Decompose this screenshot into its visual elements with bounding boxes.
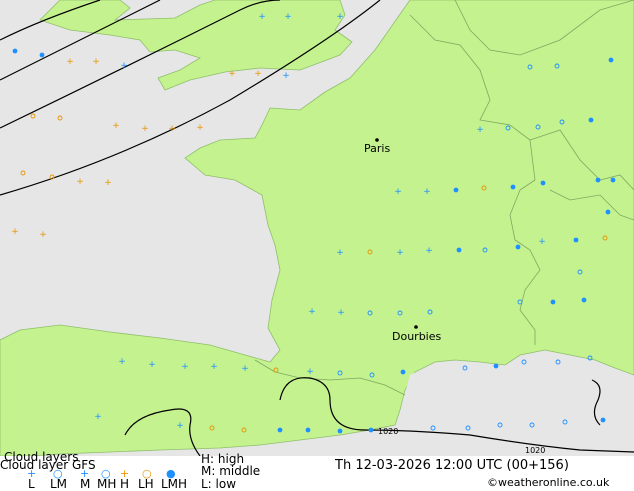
legend-key-low: L: low <box>201 477 237 491</box>
cloud-symbol-lmh <box>581 297 587 303</box>
cloud-symbol-h: + <box>66 57 74 67</box>
cloud-symbol-l: + <box>308 307 316 317</box>
isobar-label: 1020 <box>525 446 545 455</box>
cloud-symbol-lmh <box>573 237 579 243</box>
cloud-symbol-lmh <box>595 177 601 183</box>
cloud-symbol-h: + <box>228 69 236 79</box>
cloud-symbol-l: + <box>284 12 292 22</box>
cloud-symbol-lmh <box>600 417 606 423</box>
cloud-symbol-lmh <box>588 117 594 123</box>
cloud-symbol-h: + <box>168 124 176 134</box>
cloud-symbol-h: + <box>39 230 47 240</box>
cloud-symbol-l: + <box>336 248 344 258</box>
land-great-britain <box>39 0 353 91</box>
cloud-symbol-h: + <box>254 69 262 79</box>
cloud-symbol-h: + <box>76 177 84 187</box>
cloud-symbol-lmh <box>305 427 311 433</box>
cloud-symbol-l: + <box>176 421 184 431</box>
cloud-symbol-l: + <box>337 308 345 318</box>
map-footer: Cloud layers Cloud layer GFS + ○ + ○ + ○… <box>0 451 634 491</box>
cloud-symbol-l: + <box>538 237 546 247</box>
cloud-symbol-h: + <box>104 178 112 188</box>
legend-label-lh: LH <box>138 477 154 491</box>
cloud-symbol-lmh <box>540 180 546 186</box>
cloud-symbol-l: + <box>476 125 484 135</box>
cloud-symbol-h: + <box>112 121 120 131</box>
cloud-symbol-h: + <box>196 123 204 133</box>
cloud-symbol-l: + <box>282 71 290 81</box>
cloud-symbol-lmh <box>610 177 616 183</box>
cloud-symbol-l: + <box>120 61 128 71</box>
cloud-symbol-l: + <box>306 367 314 377</box>
cloud-symbol-l: + <box>210 362 218 372</box>
city-marker-dourbies <box>414 325 418 329</box>
cloud-symbol-lh <box>30 113 36 119</box>
sea-mediterranean <box>390 352 634 456</box>
cloud-symbol-lmh <box>510 184 516 190</box>
cloud-symbol-lh <box>20 170 26 176</box>
cloud-symbol-h: + <box>11 227 19 237</box>
city-label-dourbies: Dourbies <box>392 330 442 343</box>
cloud-symbol-l: + <box>394 187 402 197</box>
cloud-symbol-lh <box>57 115 63 121</box>
cloud-symbol-lmh <box>605 209 611 215</box>
map-area: 1020 1020 Paris Dourbies + + + + + + + + + + … <box>0 0 634 456</box>
cloud-symbol-lmh <box>456 247 462 253</box>
cloud-symbol-lmh <box>277 427 283 433</box>
cloud-symbol-lmh <box>515 244 521 250</box>
cloud-symbol-lmh <box>453 187 459 193</box>
cloud-symbol-l: + <box>423 187 431 197</box>
cloud-symbol-l: + <box>396 248 404 258</box>
cloud-symbol-lmh <box>550 299 556 305</box>
legend-label-m: M <box>80 477 91 491</box>
legend-label-lmh: LMH <box>161 477 188 491</box>
forecast-datetime: Th 12-03-2026 12:00 UTC (00+156) <box>335 458 569 473</box>
cloud-symbol-h: + <box>92 57 100 67</box>
cloud-symbol-lmh <box>400 369 406 375</box>
legend-label-mh: MH <box>97 477 117 491</box>
cloud-symbol-lmh <box>368 427 374 433</box>
legend-label-l: L <box>28 477 35 491</box>
map-canvas: 1020 1020 Paris Dourbies + + + + + + ++ ++ … <box>0 0 634 456</box>
legend-label-h: H <box>120 477 130 491</box>
legend-label-lm: LM <box>50 477 68 491</box>
cloud-symbol-lmh <box>608 57 614 63</box>
cloud-symbol-l: + <box>148 360 156 370</box>
cloud-symbol-l: + <box>241 364 249 374</box>
cloud-symbol-h: + <box>141 124 149 134</box>
cloud-symbol-lmh <box>493 363 499 369</box>
isobar-label: 1020 <box>378 427 398 436</box>
cloud-symbol-lmh <box>337 428 343 434</box>
cloud-symbol-l: + <box>425 246 433 256</box>
cloud-symbol-l: + <box>94 412 102 422</box>
cloud-symbol-l: + <box>336 12 344 22</box>
cloud-symbol-l: + <box>118 357 126 367</box>
weather-map-page: 1020 1020 Paris Dourbies + + + + + + + + + + … <box>0 0 634 491</box>
cloud-symbol-lmh <box>12 48 18 54</box>
cloud-symbol-l: + <box>258 12 266 22</box>
city-label-paris: Paris <box>364 142 390 155</box>
cloud-symbol-l: + <box>181 362 189 372</box>
cloud-symbol-lmh <box>39 52 45 58</box>
copyright-link[interactable]: ©weatheronline.co.uk <box>487 476 609 489</box>
